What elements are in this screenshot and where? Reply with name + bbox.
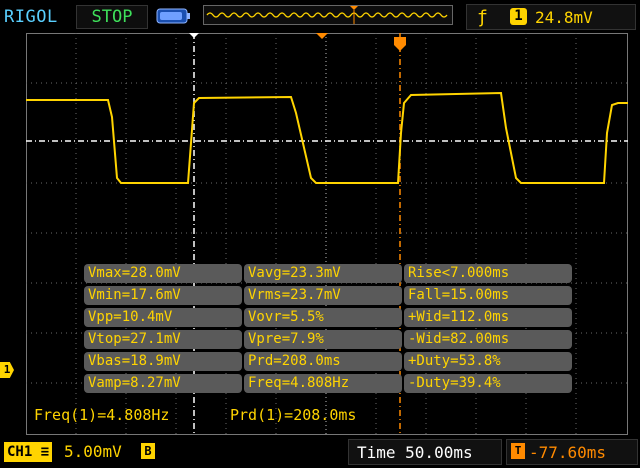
measurement-row: Vtop=27.1mV Vpre=7.9% -Wid=82.00ms (84, 330, 572, 350)
top-status-bar: RIGOL STOP ƒ 1 24.8mV (0, 0, 640, 32)
meas-neg-width: -Wid=82.00ms (404, 330, 572, 349)
trigger-offset-display[interactable]: T -77.60ms (506, 439, 638, 465)
bandwidth-limit-badge: B (141, 443, 155, 459)
meas-vamp: Vamp=8.27mV (84, 374, 242, 393)
meas-vmin: Vmin=17.6mV (84, 286, 242, 305)
meas-vpp: Vpp=10.4mV (84, 308, 242, 327)
rising-edge-icon: ƒ (477, 7, 488, 28)
measurement-row: Vamp=8.27mV Freq=4.808Hz -Duty=39.4% (84, 374, 572, 394)
meas-vovr: Vovr=5.5% (244, 308, 402, 327)
trigger-offset-value: -77.60ms (529, 443, 607, 462)
frequency-counter: Freq(1)=4.808Hz (34, 406, 170, 424)
period-counter: Prd(1)=208.0ms (230, 406, 357, 424)
meas-period: Prd=208.0ms (244, 352, 402, 371)
meas-fall: Fall=15.00ms (404, 286, 572, 305)
meas-freq: Freq=4.808Hz (244, 374, 402, 393)
channel-1-trace (26, 91, 628, 184)
meas-vmax: Vmax=28.0mV (84, 264, 242, 283)
channel-1-badge[interactable]: CH1 ≡ (4, 442, 53, 462)
trigger-position-icon (316, 33, 328, 39)
meas-vpre: Vpre=7.9% (244, 330, 402, 349)
meas-vtop: Vtop=27.1mV (84, 330, 242, 349)
memory-depth-icon (156, 8, 190, 24)
waveform-overview-bar[interactable] (203, 5, 453, 25)
trigger-level: 24.8mV (535, 8, 593, 27)
meas-pos-width: +Wid=112.0ms (404, 308, 572, 327)
measurement-row: Vpp=10.4mV Vovr=5.5% +Wid=112.0ms (84, 308, 572, 328)
meas-rise: Rise<7.000ms (404, 264, 572, 283)
trigger-cursor-icon (394, 37, 406, 51)
channel-1-ground-marker[interactable]: 1 (0, 362, 14, 378)
meas-neg-duty: -Duty=39.4% (404, 374, 572, 393)
volts-per-div[interactable]: 5.00mV (64, 442, 122, 461)
trigger-source-badge: 1 (510, 8, 527, 25)
brand-logo: RIGOL (4, 7, 58, 27)
meas-pos-duty: +Duty=53.8% (404, 352, 572, 371)
measurement-panel: Vmax=28.0mV Vavg=23.3mV Rise<7.000ms Vmi… (84, 264, 572, 396)
channel-label: CH1 (7, 444, 33, 460)
measurement-row: Vbas=18.9mV Prd=208.0ms +Duty=53.8% (84, 352, 572, 372)
measurement-row: Vmin=17.6mV Vrms=23.7mV Fall=15.00ms (84, 286, 572, 306)
bottom-status-bar: CH1 ≡ 5.00mV B Time 50.00ms T -77.60ms (0, 436, 640, 468)
dc-coupling-icon: ≡ (32, 444, 50, 460)
trigger-status[interactable]: ƒ 1 24.8mV (466, 4, 636, 30)
cursor-marker-icon (189, 33, 199, 38)
timebase-display[interactable]: Time 50.00ms (348, 439, 502, 465)
timebase-value: Time 50.00ms (357, 443, 473, 462)
meas-vavg: Vavg=23.3mV (244, 264, 402, 283)
measurement-row: Vmax=28.0mV Vavg=23.3mV Rise<7.000ms (84, 264, 572, 284)
run-stop-status[interactable]: STOP (76, 5, 148, 29)
meas-vbase: Vbas=18.9mV (84, 352, 242, 371)
meas-vrms: Vrms=23.7mV (244, 286, 402, 305)
trigger-offset-icon: T (511, 443, 525, 459)
